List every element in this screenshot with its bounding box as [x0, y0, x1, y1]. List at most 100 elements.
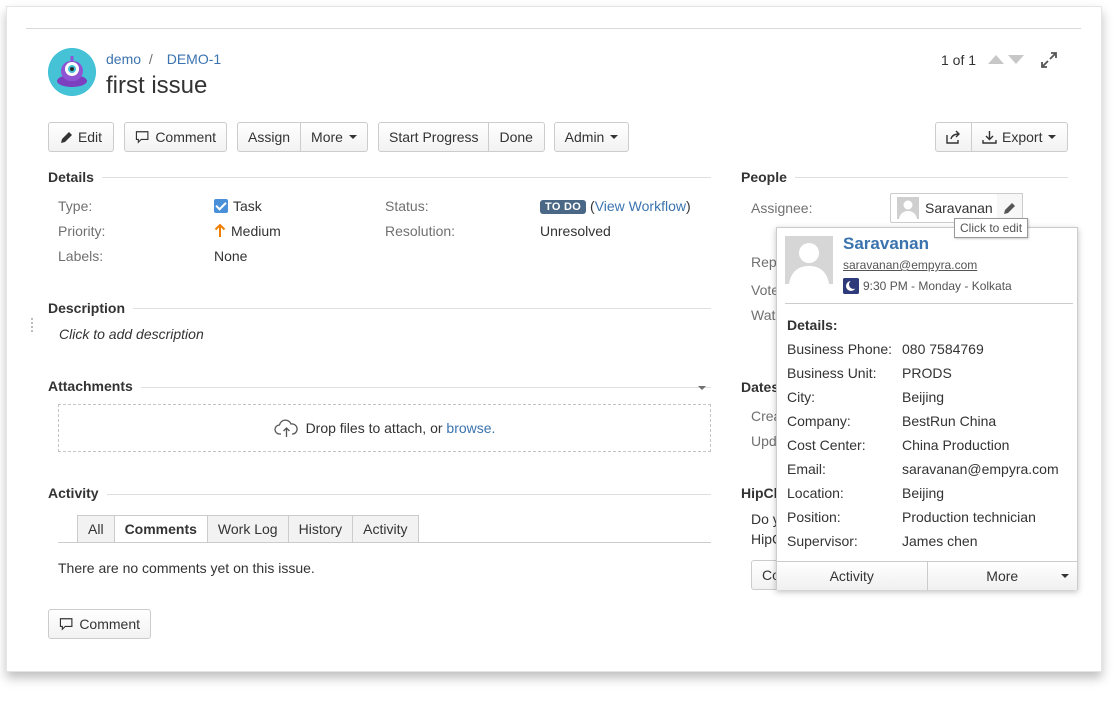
profile-email-link[interactable]: saravanan@empyra.com: [843, 258, 977, 272]
project-avatar-icon[interactable]: [48, 48, 96, 96]
status-label: Status:: [385, 198, 429, 214]
assign-more-group: Assign More: [237, 122, 368, 152]
type-value: Task: [214, 198, 262, 214]
people-heading[interactable]: People: [741, 169, 795, 185]
profile-row-label: Location:: [787, 485, 844, 501]
admin-caret-icon: [610, 135, 619, 139]
download-icon: [982, 131, 997, 144]
share-icon: [946, 130, 960, 144]
priority-up-arrow-icon: [214, 223, 226, 237]
add-comment-label: Comment: [79, 616, 140, 632]
activity-tabs: All Comments Work Log History Activity: [77, 515, 419, 543]
tab-work-log[interactable]: Work Log: [207, 515, 289, 543]
edit-button[interactable]: Edit: [48, 122, 114, 152]
profile-row-label: Business Phone:: [787, 341, 893, 357]
type-label: Type:: [58, 198, 93, 214]
assign-button[interactable]: Assign: [238, 123, 300, 151]
profile-activity-button[interactable]: Activity: [777, 562, 927, 590]
tab-comments[interactable]: Comments: [114, 515, 208, 543]
attachment-dropzone[interactable]: Drop files to attach, or browse.: [58, 404, 711, 452]
export-button[interactable]: Export: [971, 123, 1066, 151]
type-value-text: Task: [233, 198, 262, 214]
reporter-label-partial: Rep: [751, 254, 777, 270]
profile-row-value: Beijing: [902, 389, 945, 405]
breadcrumb-separator: /: [148, 51, 153, 67]
pencil-icon: [1004, 202, 1015, 214]
profile-row-label: Cost Center:: [787, 437, 866, 453]
attachments-options-caret-icon[interactable]: [698, 386, 706, 390]
user-avatar-icon: [897, 197, 919, 219]
done-button[interactable]: Done: [488, 123, 542, 151]
profile-row-value: China Production: [902, 437, 1010, 453]
status-lozenge: TO DO: [540, 200, 587, 214]
cloud-upload-icon: [273, 419, 298, 437]
previous-issue-arrow-icon[interactable]: [988, 55, 1004, 64]
profile-name[interactable]: Saravanan: [843, 234, 929, 254]
tabs-baseline: [58, 542, 711, 543]
profile-activity-label: Activity: [829, 568, 874, 584]
share-button[interactable]: [936, 123, 971, 151]
user-profile-card: Saravanan saravanan@empyra.com 9:30 PM -…: [776, 227, 1078, 590]
priority-value-text: Medium: [231, 223, 281, 239]
profile-row-label: Position:: [787, 509, 841, 525]
status-value: TO DO (View Workflow): [540, 198, 691, 214]
more-button[interactable]: More: [300, 123, 367, 151]
updated-label-partial: Upd: [751, 433, 777, 449]
description-divider: [48, 308, 711, 309]
resize-handle[interactable]: [31, 318, 34, 332]
browse-link[interactable]: browse.: [446, 420, 495, 436]
profile-row-value: Production technician: [902, 509, 1036, 525]
profile-row-label: Business Unit:: [787, 365, 877, 381]
attachments-heading[interactable]: Attachments: [48, 378, 141, 394]
profile-more-button[interactable]: More: [926, 562, 1077, 590]
description-heading[interactable]: Description: [48, 300, 134, 316]
click-to-edit-tooltip: Click to edit: [954, 218, 1029, 238]
add-comment-button[interactable]: Comment: [48, 609, 151, 639]
tab-history[interactable]: History: [288, 515, 354, 543]
start-progress-button[interactable]: Start Progress: [379, 123, 488, 151]
profile-row-value: 080 7584769: [902, 341, 984, 357]
profile-row-label: City:: [787, 389, 815, 405]
profile-row-value: Beijing: [902, 485, 945, 501]
issue-title[interactable]: first issue: [106, 72, 207, 100]
breadcrumb-issue-link[interactable]: DEMO-1: [167, 51, 221, 67]
profile-time-text: 9:30 PM - Monday - Kolkata: [863, 279, 1012, 293]
tab-all[interactable]: All: [77, 515, 115, 543]
comment-icon: [59, 618, 73, 631]
comment-icon: [135, 131, 149, 144]
next-issue-arrow-icon[interactable]: [1008, 55, 1024, 64]
profile-more-caret-icon: [1061, 574, 1069, 578]
assignee-label: Assignee:: [751, 200, 813, 216]
tab-activity[interactable]: Activity: [353, 515, 419, 543]
done-label: Done: [499, 129, 533, 145]
admin-button[interactable]: Admin: [554, 122, 629, 152]
profile-row-label: Email:: [787, 461, 826, 477]
workflow-group: Start Progress Done: [378, 122, 545, 152]
breadcrumb-project-link[interactable]: demo: [106, 51, 141, 67]
profile-separator: [785, 303, 1073, 304]
resolution-label: Resolution:: [385, 223, 456, 239]
export-caret-icon: [1048, 135, 1057, 139]
no-comments-text: There are no comments yet on this issue.: [58, 560, 315, 576]
activity-divider: [48, 494, 711, 495]
activity-heading[interactable]: Activity: [48, 485, 107, 501]
priority-label: Priority:: [58, 223, 106, 239]
profile-row-value: PRODS: [902, 365, 952, 381]
labels-value[interactable]: None: [214, 248, 247, 264]
task-checkbox-icon: [214, 199, 228, 213]
share-export-group: Export: [935, 122, 1068, 152]
issue-pager-text: 1 of 1: [941, 52, 977, 68]
profile-row-label: Company:: [787, 413, 851, 429]
moon-icon: [843, 278, 859, 294]
details-heading[interactable]: Details: [48, 169, 102, 185]
breadcrumb: demo / DEMO-1: [106, 51, 221, 67]
export-button-label: Export: [1002, 129, 1043, 145]
profile-row-value: James chen: [902, 533, 978, 549]
collapse-expand-icon[interactable]: [1040, 51, 1058, 69]
view-workflow-link[interactable]: View Workflow: [595, 198, 686, 214]
profile-avatar-icon: [785, 236, 833, 284]
comment-button[interactable]: Comment: [124, 122, 227, 152]
description-placeholder[interactable]: Click to add description: [59, 326, 204, 342]
labels-label: Labels:: [58, 248, 104, 264]
assign-button-label: Assign: [248, 129, 291, 145]
